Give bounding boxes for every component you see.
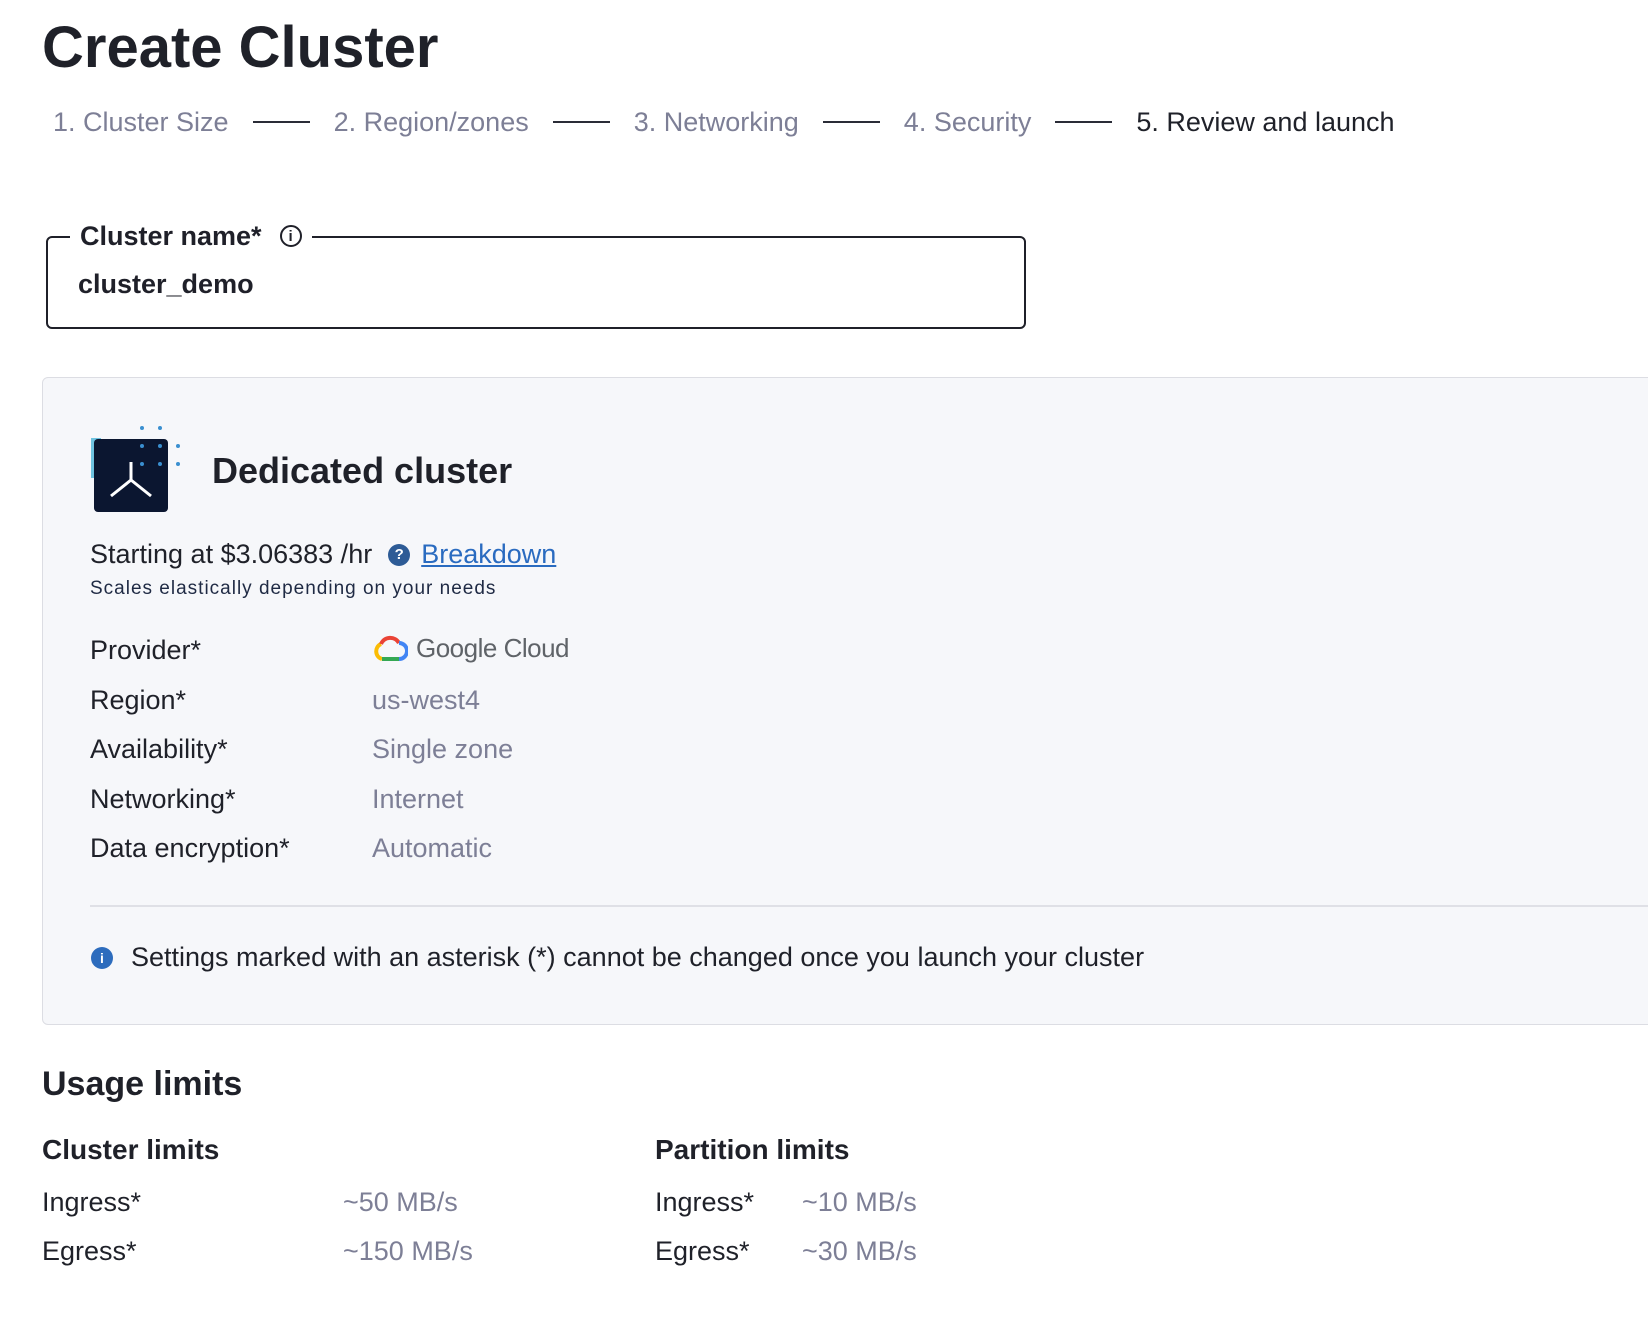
note-text: Settings marked with an asterisk (*) can… (131, 942, 1145, 972)
card-title: Dedicated cluster (212, 450, 513, 491)
step-connector (822, 121, 880, 123)
provider-logo: Google Cloud (372, 633, 570, 664)
limit-value: ~50 MB/s (343, 1187, 458, 1217)
limit-label: Egress* (655, 1236, 750, 1266)
info-icon[interactable]: i (279, 225, 302, 247)
asterisk-note: i Settings marked with an asterisk (*) c… (91, 942, 1144, 973)
spec-value: Single zone (372, 734, 514, 764)
cluster-name-field[interactable]: Cluster name* i cluster_demo (46, 216, 1026, 329)
spec-label: Provider* (90, 635, 202, 665)
step-networking[interactable]: 3. Networking (634, 107, 799, 138)
spec-row-networking: Networking* Internet (90, 780, 790, 830)
cluster-name-label: Cluster name* (80, 220, 262, 251)
page-title: Create Cluster (42, 15, 439, 80)
step-cluster-size[interactable]: 1. Cluster Size (53, 107, 229, 138)
limit-label: Egress* (42, 1236, 137, 1266)
info-icon: i (91, 946, 113, 969)
spec-label: Data encryption* (90, 833, 290, 863)
breakdown-link[interactable]: Breakdown (421, 539, 556, 570)
cluster-name-input[interactable]: cluster_demo (78, 269, 254, 300)
wizard-stepper: 1. Cluster Size 2. Region/zones 3. Netwo… (53, 104, 1395, 140)
spec-label: Networking* (90, 783, 236, 814)
spec-row-region: Region* us-west4 (90, 681, 790, 731)
limit-label: Ingress* (42, 1187, 142, 1217)
step-connector (252, 121, 310, 123)
spec-row-provider: Provider* Google Cloud (90, 631, 790, 681)
limit-value: ~10 MB/s (802, 1187, 917, 1217)
usage-limits-title: Usage limits (42, 1065, 243, 1103)
step-connector (1055, 121, 1113, 123)
step-review-launch[interactable]: 5. Review and launch (1136, 107, 1394, 138)
cluster-name-label-group: Cluster name* i (70, 216, 312, 256)
step-connector (552, 121, 610, 123)
price-subnote: Scales elastically depending on your nee… (90, 578, 497, 599)
divider (90, 905, 1648, 907)
spec-value: Automatic (372, 833, 493, 863)
limit-value: ~30 MB/s (802, 1236, 917, 1266)
spec-label: Availability* (90, 734, 228, 764)
spec-value: Internet (372, 783, 464, 814)
google-cloud-icon (374, 635, 408, 661)
cluster-summary-card: Dedicated cluster Starting at $3.06383 /… (42, 377, 1648, 1025)
spec-row-availability: Availability* Single zone (90, 730, 790, 780)
spec-value: us-west4 (372, 684, 481, 715)
partition-limits-title: Partition limits (655, 1134, 850, 1165)
cluster-limits-title: Cluster limits (42, 1134, 220, 1165)
limit-label: Ingress* (655, 1187, 755, 1217)
price-text: Starting at $3.06383 /hr (90, 539, 373, 569)
dedicated-cluster-icon (91, 426, 180, 512)
spec-list: Provider* Google Cloud Region* us-west4 … (90, 631, 790, 879)
provider-name: Google Cloud (416, 633, 570, 663)
spec-label: Region* (90, 684, 187, 715)
spec-row-data-encryption: Data encryption* Automatic (90, 829, 790, 879)
help-icon[interactable]: ? (388, 543, 411, 566)
price-row: Starting at $3.06383 /hr ? Breakdown (90, 539, 556, 570)
step-security[interactable]: 4. Security (904, 107, 1032, 138)
step-region-zones[interactable]: 2. Region/zones (334, 107, 529, 138)
limit-value: ~150 MB/s (343, 1236, 473, 1266)
